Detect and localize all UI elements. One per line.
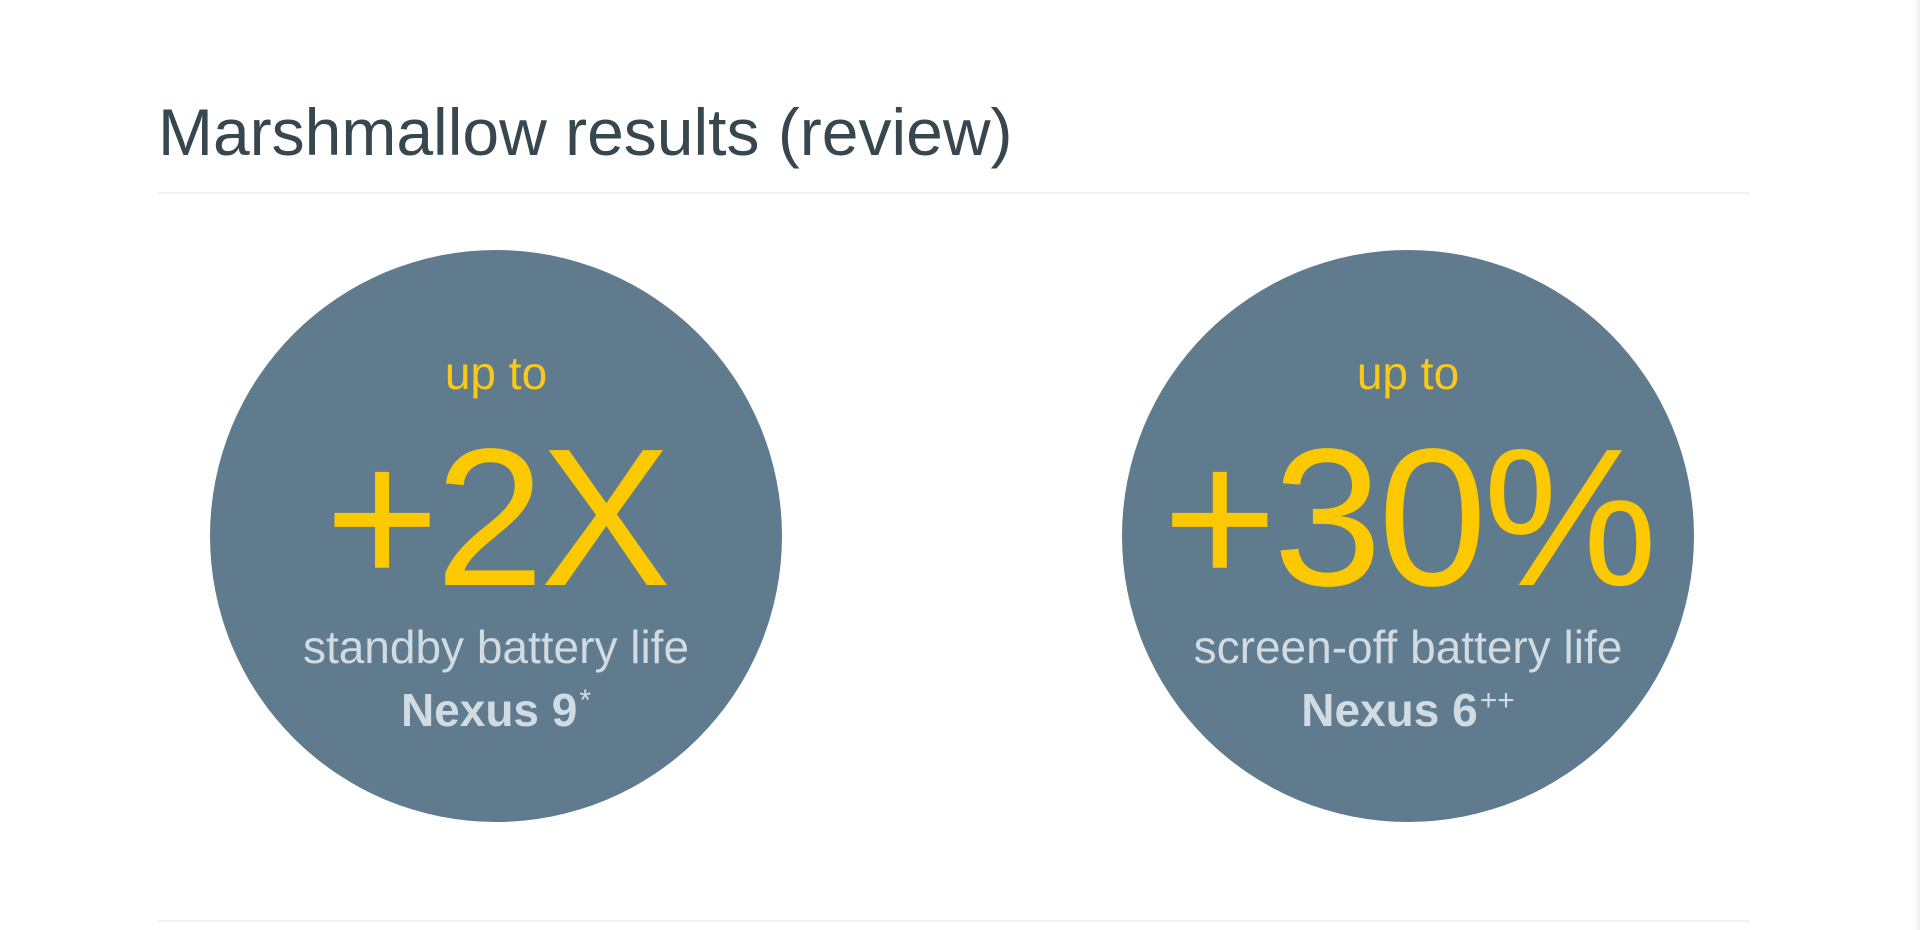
device-name: Nexus 9 <box>400 684 578 736</box>
stat-circle-standby: up to +2X standby battery life Nexus 9* <box>210 250 782 822</box>
device-name: Nexus 6 <box>1301 684 1478 736</box>
stat-value: +30% <box>1162 408 1658 627</box>
stat-prefix: up to <box>1356 347 1460 399</box>
footer-divider <box>158 920 1750 922</box>
stat-prefix: up to <box>444 347 548 399</box>
window-edge <box>1914 0 1920 930</box>
stat-circle-screen-off: up to +30% screen-off battery life Nexus… <box>1122 250 1694 822</box>
footnote-mark: * <box>579 684 592 717</box>
footnote-mark: ++ <box>1479 684 1515 717</box>
stat-description: screen-off battery life <box>1193 621 1623 673</box>
stat-device: Nexus 6++ <box>1122 674 1694 737</box>
stat-value: +2X <box>324 408 671 627</box>
slide-title: Marshmallow results (review) <box>158 95 1013 169</box>
slide: Marshmallow results (review) up to +2X s… <box>0 0 1920 930</box>
stat-description: standby battery life <box>302 621 690 673</box>
stat-device: Nexus 9* <box>210 674 782 737</box>
title-divider <box>158 192 1750 194</box>
